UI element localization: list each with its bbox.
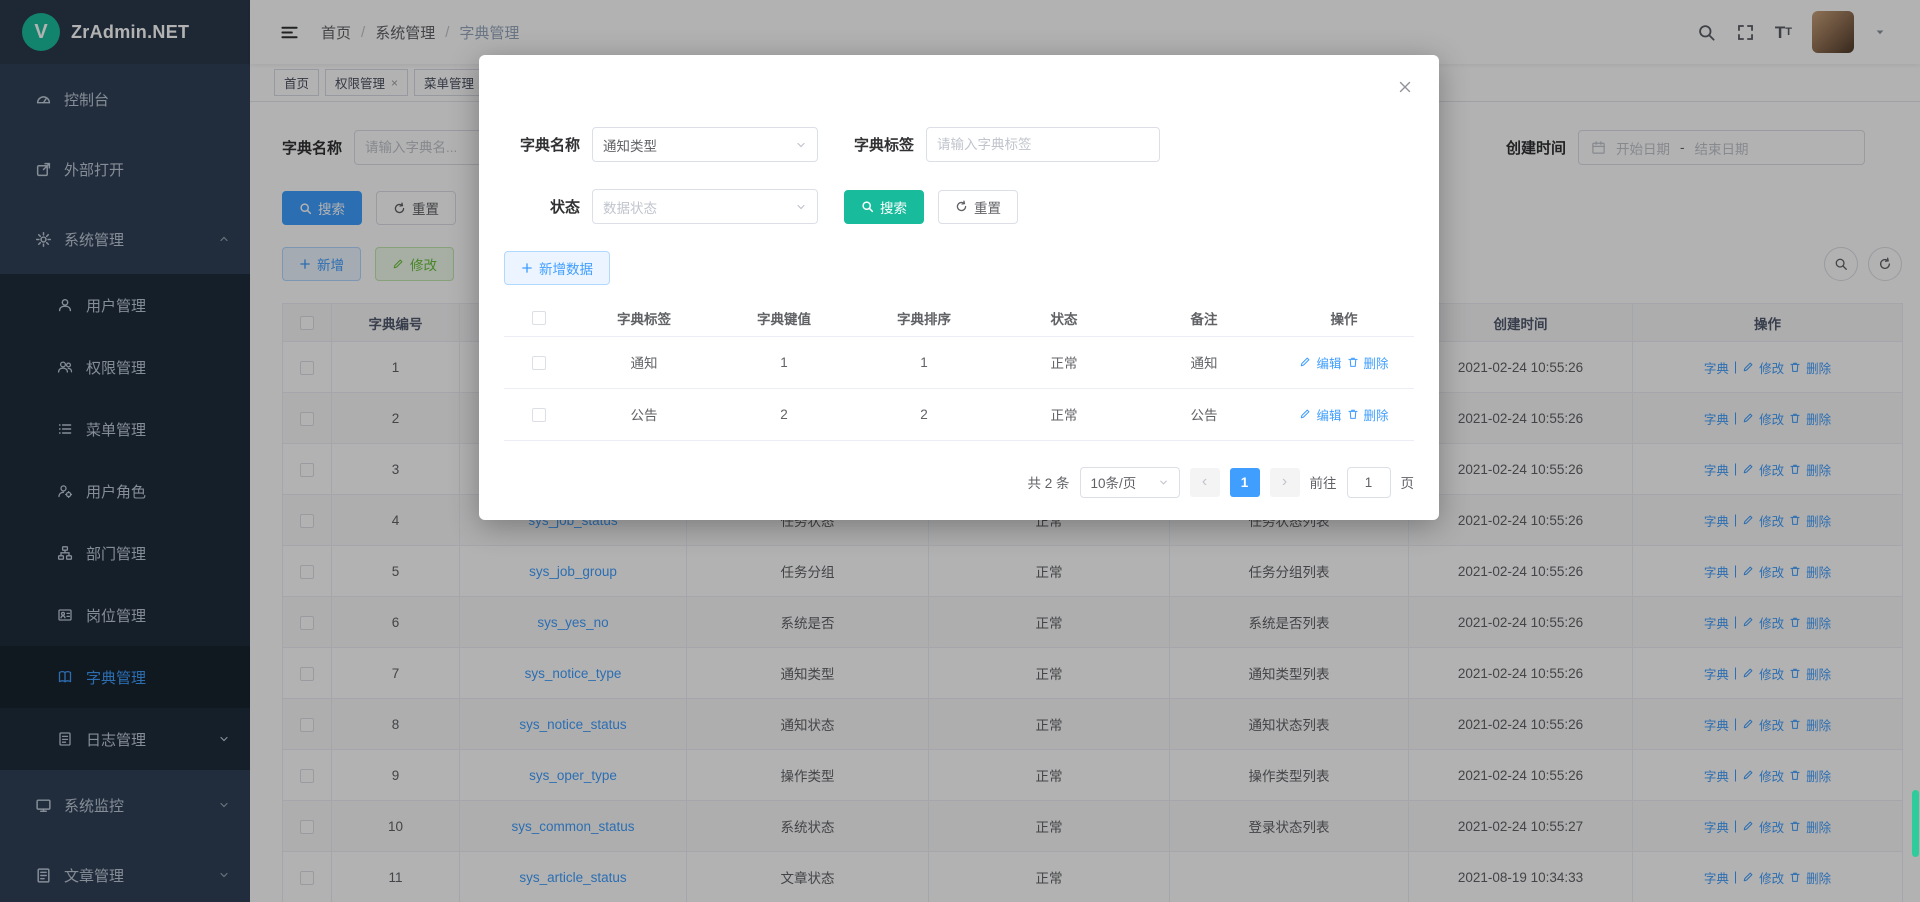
chevron-down-icon (795, 201, 807, 213)
dlg-cell-ops: 编辑 删除 (1274, 336, 1414, 388)
dict-type-select[interactable]: 通知类型 (592, 127, 818, 162)
next-page-button[interactable]: › (1270, 468, 1300, 497)
dlg-cell-ops: 编辑 删除 (1274, 388, 1414, 440)
dialog-reset-button[interactable]: 重置 (938, 190, 1018, 224)
dlg-status-label: 状态 (504, 196, 592, 217)
dlg-row-checkbox-cell (504, 336, 574, 388)
dlg-row-actions: 编辑 删除 (1299, 353, 1388, 372)
dlg-cell-remark: 公告 (1134, 388, 1274, 440)
dlg-row-edit-link[interactable]: 编辑 (1316, 353, 1341, 372)
dlg-row-checkbox[interactable] (532, 408, 546, 422)
dialog-search-button[interactable]: 搜索 (844, 190, 924, 224)
add-data-button[interactable]: 新增数据 (504, 251, 610, 285)
chevron-down-icon (1158, 477, 1169, 488)
dict-label-input[interactable] (926, 127, 1160, 162)
dlg-header-ops: 操作 (1274, 300, 1414, 336)
dialog-search-label: 搜索 (880, 197, 907, 217)
dlg-header-label: 字典标签 (574, 300, 714, 336)
current-page-button[interactable]: 1 (1230, 468, 1260, 497)
dlg-cell-label: 公告 (574, 388, 714, 440)
page-size-select[interactable]: 10条/页 (1080, 467, 1180, 498)
dlg-row-checkbox[interactable] (532, 356, 546, 370)
dlg-cell-remark: 通知 (1134, 336, 1274, 388)
dlg-cell-status: 正常 (994, 336, 1134, 388)
dlg-header-checkbox-cell (504, 300, 574, 336)
dlg-cell-sort: 2 (854, 388, 994, 440)
dlg-dict-label-label: 字典标签 (818, 134, 926, 155)
goto-unit: 页 (1401, 472, 1415, 492)
chevron-down-icon (795, 139, 807, 151)
scrollbar-thumb[interactable] (1912, 790, 1919, 857)
dlg-header-value: 字典键值 (714, 300, 854, 336)
dlg-header-remark: 备注 (1134, 300, 1274, 336)
dlg-row-actions: 编辑 删除 (1299, 405, 1388, 424)
dialog-filter-form: 字典名称 通知类型 字典标签 状态 数据状态 搜索 重置 (504, 127, 1414, 224)
goto-page-input[interactable] (1347, 467, 1391, 498)
dialog-table-row: 公告 2 2 正常 公告 编辑 删除 (504, 388, 1414, 440)
dlg-cell-value: 2 (714, 388, 854, 440)
add-data-button-label: 新增数据 (539, 258, 593, 278)
edit-pencil-icon (1299, 408, 1311, 420)
dict-type-select-value: 通知类型 (603, 135, 657, 155)
dlg-cell-status: 正常 (994, 388, 1134, 440)
page-size-value: 10条/页 (1091, 472, 1137, 492)
pagination: 共 2 条 10条/页 ‹ 1 › 前往 页 (504, 467, 1414, 498)
dlg-dict-name-label: 字典名称 (504, 134, 592, 155)
pagination-total: 共 2 条 (1027, 472, 1069, 492)
dlg-row-delete-link[interactable]: 删除 (1364, 405, 1389, 424)
dlg-header-status: 状态 (994, 300, 1134, 336)
dlg-row-checkbox-cell (504, 388, 574, 440)
status-select[interactable]: 数据状态 (592, 189, 818, 224)
edit-pencil-icon (1299, 356, 1311, 368)
dlg-cell-value: 1 (714, 336, 854, 388)
dialog-table-header-row: 字典标签 字典键值 字典排序 状态 备注 操作 (504, 300, 1414, 336)
goto-label: 前往 (1310, 472, 1337, 492)
dialog-table-row: 通知 1 1 正常 通知 编辑 删除 (504, 336, 1414, 388)
trash-icon (1347, 408, 1359, 420)
dlg-cell-label: 通知 (574, 336, 714, 388)
dlg-select-all-checkbox[interactable] (532, 311, 546, 325)
trash-icon (1347, 356, 1359, 368)
dialog-close-icon[interactable] (1397, 79, 1413, 95)
dict-data-table: 字典标签 字典键值 字典排序 状态 备注 操作 通知 1 1 正常 通知 编辑 (504, 300, 1414, 441)
dlg-row-delete-link[interactable]: 删除 (1364, 353, 1389, 372)
dlg-row-edit-link[interactable]: 编辑 (1316, 405, 1341, 424)
prev-page-button[interactable]: ‹ (1190, 468, 1220, 497)
status-select-placeholder: 数据状态 (603, 197, 657, 217)
dlg-cell-sort: 1 (854, 336, 994, 388)
dialog-reset-label: 重置 (974, 197, 1001, 217)
dlg-header-sort: 字典排序 (854, 300, 994, 336)
dict-data-dialog: 字典名称 通知类型 字典标签 状态 数据状态 搜索 重置 (479, 55, 1439, 520)
